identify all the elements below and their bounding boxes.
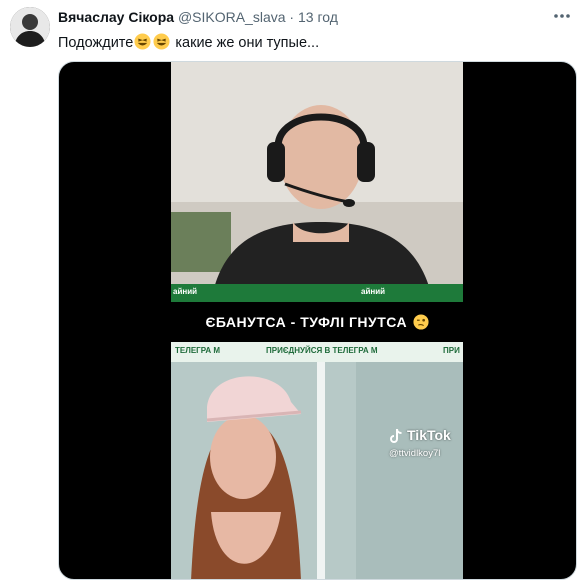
lower-third-label-left: айний <box>173 287 198 296</box>
tiktok-label: TikTok <box>407 427 451 443</box>
tiktok-username: @ttvidlkoy7l <box>389 448 441 459</box>
more-icon[interactable] <box>549 6 575 26</box>
tweet-text-part1: Подождите <box>58 35 134 51</box>
separator-dot: · <box>289 9 295 25</box>
lower-third-label-right: айний <box>361 287 386 296</box>
video-frame-bottom <box>171 362 463 579</box>
promo-text-middle: ПРИЄДНУЙСЯ В ТЕЛЕГРА М <box>266 346 378 355</box>
tweet-text: Подождите какие же они тупые... <box>58 33 319 54</box>
timestamp[interactable]: 13 год <box>298 9 338 25</box>
tiktok-icon <box>389 428 403 449</box>
tweet-header: Вячаслау Сікора @SIKORA_slava · 13 год <box>58 9 338 29</box>
promo-text-left: ТЕЛЕГРА М <box>175 346 221 355</box>
tweet-text-part2: какие же они тупые... <box>171 35 320 51</box>
video-frame-top <box>171 62 463 302</box>
video-caption: ЄБАНУТСА - ТУФЛІ ГНУТСА <box>59 310 576 334</box>
grinning-squinting-face-icon <box>134 33 151 54</box>
tweet-media-video[interactable]: айний айний ЄБАНУТСА - ТУФЛІ ГНУТСА ТЕЛЕ… <box>58 61 577 580</box>
promo-text-right: ПРИ <box>443 346 460 355</box>
grinning-squinting-face-icon <box>153 33 170 54</box>
woozy-face-icon <box>412 313 429 337</box>
tweet[interactable]: Вячаслау Сікора @SIKORA_slava · 13 год П… <box>0 0 585 588</box>
user-handle[interactable]: @SIKORA_slava <box>178 9 286 25</box>
caption-text: ЄБАНУТСА - ТУФЛІ ГНУТСА <box>205 314 408 330</box>
promo-strip: ТЕЛЕГРА М ПРИЄДНУЙСЯ В ТЕЛЕГРА М ПРИ <box>171 342 463 362</box>
avatar[interactable] <box>10 7 50 47</box>
display-name[interactable]: Вячаслау Сікора <box>58 9 174 25</box>
